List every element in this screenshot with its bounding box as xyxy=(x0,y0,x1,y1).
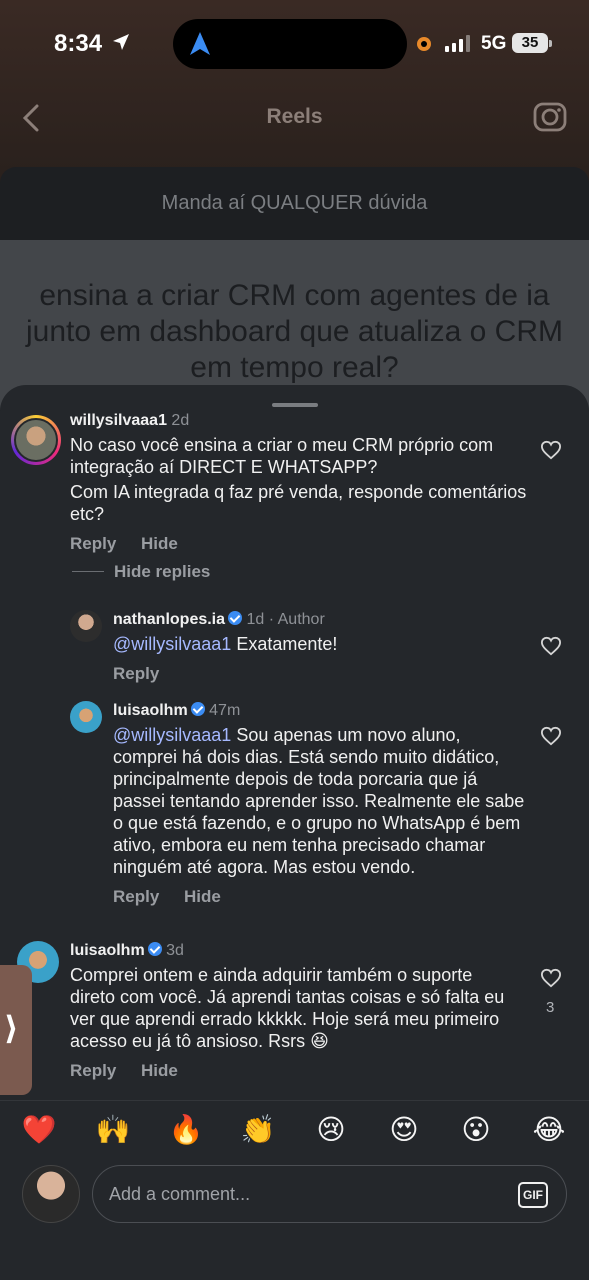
reaction-crying[interactable]: 😢 xyxy=(311,1113,351,1146)
reaction-laughing[interactable]: 😂 xyxy=(529,1113,569,1146)
mention-link[interactable]: @willysilvaaa1 xyxy=(113,725,231,745)
reply-button[interactable]: Reply xyxy=(70,1061,116,1080)
side-panel-tab[interactable]: ⟩ xyxy=(0,965,32,1095)
reply-button[interactable]: Reply xyxy=(113,887,159,906)
page-title: Reels xyxy=(266,105,323,128)
navigation-icon xyxy=(189,31,211,62)
comment-username[interactable]: nathanlopes.ia xyxy=(113,611,225,628)
comment-username[interactable]: willysilvaaa1 xyxy=(70,412,167,429)
clock: 8:34 xyxy=(54,30,103,57)
verified-icon xyxy=(190,702,205,716)
network-type: 5G xyxy=(481,33,507,54)
comment-text: No caso você ensina a criar o meu CRM pr… xyxy=(70,435,494,477)
comment-time: 47m xyxy=(209,702,241,719)
reaction-clap[interactable]: 👏 xyxy=(238,1113,278,1146)
heart-icon[interactable] xyxy=(540,726,562,751)
comment-text: Comprei ontem e ainda adquirir também o … xyxy=(70,965,505,1051)
divider xyxy=(72,571,104,572)
chevron-right-icon: ⟩ xyxy=(4,1010,19,1046)
verified-icon xyxy=(147,942,162,956)
comment-input[interactable]: Add a comment... GIF xyxy=(92,1165,567,1223)
status-bar: 8:34 5G 35 xyxy=(0,0,589,80)
reaction-raised-hands[interactable]: 🙌 xyxy=(93,1113,133,1146)
like-count: 3 xyxy=(546,999,555,1016)
reaction-surprised[interactable]: 😮 xyxy=(456,1113,496,1146)
comment-username[interactable]: luisaolhm xyxy=(113,702,188,719)
camera-icon[interactable] xyxy=(533,100,567,139)
location-arrow-icon xyxy=(112,33,130,56)
reply-button[interactable]: Reply xyxy=(113,664,159,683)
comment-placeholder: Add a comment... xyxy=(109,1184,251,1204)
dynamic-island xyxy=(173,19,407,69)
comment: willysilvaaa1 2d No caso você ensina a c… xyxy=(70,412,530,554)
heart-icon[interactable] xyxy=(540,636,562,661)
comment-text: Com IA integrada q faz pré venda, respon… xyxy=(70,482,527,524)
comment: luisaolhm 3d Comprei ontem e ainda adqui… xyxy=(70,942,520,1081)
gif-button[interactable]: GIF xyxy=(518,1182,548,1208)
comment-username[interactable]: luisaolhm xyxy=(70,942,145,959)
reply-button[interactable]: Reply xyxy=(70,534,116,553)
battery-icon: 35 xyxy=(512,33,552,53)
comment-text: Sou apenas um novo aluno, comprei há doi… xyxy=(113,725,525,877)
verified-icon xyxy=(228,611,243,625)
reaction-heart[interactable]: ❤️ xyxy=(19,1113,59,1146)
reaction-fire[interactable]: 🔥 xyxy=(166,1113,206,1146)
author-badge: · Author xyxy=(268,611,325,628)
heart-icon[interactable] xyxy=(540,968,562,993)
reaction-heart-eyes[interactable]: 😍 xyxy=(384,1113,424,1146)
comment-text: Exatamente! xyxy=(231,634,338,654)
comment-time: 3d xyxy=(166,942,184,959)
hide-button[interactable]: Hide xyxy=(141,534,178,553)
recording-indicator-icon xyxy=(417,37,431,51)
comment-time: 1d xyxy=(246,611,265,628)
drag-handle[interactable] xyxy=(272,403,318,407)
comment-composer: Add a comment... GIF xyxy=(0,1162,589,1280)
avatar[interactable] xyxy=(70,610,102,642)
heart-icon[interactable] xyxy=(540,440,562,465)
quick-reactions-bar: ❤️ 🙌 🔥 👏 😢 😍 😮 😂 xyxy=(0,1100,589,1162)
avatar[interactable] xyxy=(11,415,61,465)
hide-replies-button[interactable]: Hide replies xyxy=(114,562,210,582)
comment-time: 2d xyxy=(171,412,190,429)
reply-comment: luisaolhm 47m @willysilvaaa1 Sou apenas … xyxy=(113,702,528,907)
hide-button[interactable]: Hide xyxy=(141,1061,178,1080)
avatar xyxy=(22,1165,80,1223)
signal-icon xyxy=(445,34,470,52)
question-banner: Manda aí QUALQUER dúvida xyxy=(0,167,589,240)
hide-button[interactable]: Hide xyxy=(184,887,221,906)
top-nav: Reels xyxy=(0,95,589,140)
mention-link[interactable]: @willysilvaaa1 xyxy=(113,634,231,654)
reply-comment: nathanlopes.ia 1d · Author @willysilvaaa… xyxy=(113,611,528,684)
avatar[interactable] xyxy=(70,701,102,733)
question-text: ensina a criar CRM com agentes de ia jun… xyxy=(26,279,563,384)
